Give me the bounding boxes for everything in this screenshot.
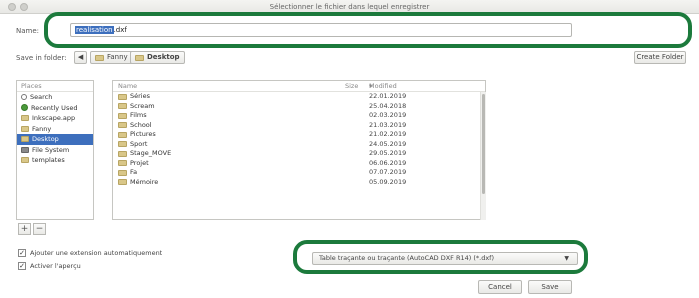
- folder-icon: [21, 125, 29, 132]
- folder-icon: [118, 179, 127, 186]
- file-modified: 07.07.2019: [369, 168, 407, 176]
- window-controls: [8, 3, 28, 11]
- folder-icon: [95, 54, 104, 61]
- folder-icon: [21, 115, 29, 122]
- crumb-fanny[interactable]: Fanny: [90, 51, 133, 64]
- sidebar-item-search[interactable]: Search: [17, 92, 93, 103]
- file-row[interactable]: Sport 24.05.2019: [113, 140, 485, 150]
- sidebar-item-recently-used[interactable]: Recently Used: [17, 103, 93, 114]
- folder-icon: [118, 160, 127, 167]
- file-list: Name Size Modified ▾ Séries 22.01.2019 Scr…: [112, 80, 486, 220]
- sidebar-item-inkscape[interactable]: Inkscape.app: [17, 113, 93, 124]
- folder-icon: [135, 54, 144, 61]
- folder-icon: [118, 103, 127, 110]
- cancel-button[interactable]: Cancel: [478, 280, 522, 294]
- file-name: Mémoire: [130, 177, 159, 186]
- folder-icon: [21, 136, 29, 143]
- path-back-button[interactable]: ◀: [74, 51, 87, 64]
- file-list-header: Name Size Modified ▾: [113, 81, 485, 92]
- remove-place-button[interactable]: −: [33, 223, 46, 235]
- file-row[interactable]: Mémoire 05.09.2019: [113, 178, 485, 188]
- file-name: Pictures: [130, 130, 156, 138]
- places-buttons: + −: [18, 223, 46, 235]
- file-modified: 21.03.2019: [369, 120, 407, 129]
- annotation-ring-name: [44, 12, 692, 48]
- recent-icon: [21, 104, 28, 112]
- folder-icon: [21, 157, 29, 164]
- folder-icon: [118, 93, 127, 100]
- folder-icon: [118, 150, 127, 157]
- minimize-window-button[interactable]: [20, 3, 28, 11]
- column-modified[interactable]: Modified ▾: [369, 81, 397, 91]
- save-button[interactable]: Save: [528, 280, 572, 294]
- file-modified: 06.06.2019: [369, 158, 407, 167]
- file-row[interactable]: Projet 06.06.2019: [113, 159, 485, 169]
- file-modified: 05.09.2019: [369, 177, 407, 186]
- search-icon: [21, 94, 27, 101]
- window-title: Sélectionner le fichier dans lequel enre…: [269, 3, 430, 11]
- file-modified: 21.02.2019: [369, 130, 407, 138]
- preview-option[interactable]: ✓ Activer l'aperçu: [18, 262, 81, 270]
- file-modified: 02.03.2019: [369, 111, 407, 119]
- file-row[interactable]: Séries 22.01.2019: [113, 92, 485, 102]
- sidebar-item-templates[interactable]: templates: [17, 155, 93, 166]
- sidebar-item-file-system[interactable]: File System: [17, 145, 93, 156]
- file-name: Séries: [130, 92, 150, 100]
- folder-icon: [118, 112, 127, 119]
- file-row[interactable]: School 21.03.2019: [113, 121, 485, 131]
- file-modified: 24.05.2019: [369, 139, 407, 148]
- file-name: Films: [130, 111, 147, 119]
- crumb-desktop[interactable]: Desktop: [130, 51, 185, 64]
- file-name: Stage_MOVE: [130, 149, 172, 157]
- create-folder-button[interactable]: Create Folder: [634, 51, 686, 64]
- file-row[interactable]: Pictures 21.02.2019: [113, 130, 485, 140]
- folder-icon: [118, 131, 127, 138]
- disk-icon: [21, 146, 29, 153]
- file-name: Scream: [130, 101, 155, 110]
- file-modified: 25.04.2018: [369, 101, 407, 110]
- file-modified: 22.01.2019: [369, 92, 407, 100]
- file-rows: Séries 22.01.2019 Scream 25.04.2018 Films 02.…: [113, 92, 485, 187]
- name-label: Name:: [16, 27, 40, 35]
- file-name: Sport: [130, 139, 148, 148]
- preview-checkbox[interactable]: ✓: [18, 262, 26, 270]
- file-row[interactable]: Fa 07.07.2019: [113, 168, 485, 178]
- file-name: School: [130, 120, 152, 129]
- auto-extension-checkbox[interactable]: ✓: [18, 249, 26, 257]
- close-window-button[interactable]: [8, 3, 16, 11]
- file-modified: 29.05.2019: [369, 149, 407, 157]
- save-in-folder-label: Save in folder:: [16, 54, 67, 62]
- places-panel: Places Search Recently Used Inkscape.app…: [16, 80, 94, 220]
- file-row[interactable]: Stage_MOVE 29.05.2019: [113, 149, 485, 159]
- folder-icon: [118, 122, 127, 129]
- places-header: Places: [17, 81, 93, 92]
- file-name: Projet: [130, 158, 149, 167]
- add-place-button[interactable]: +: [18, 223, 31, 235]
- sidebar-item-desktop[interactable]: Desktop: [17, 134, 93, 145]
- column-name[interactable]: Name: [118, 81, 137, 91]
- folder-icon: [118, 141, 127, 148]
- file-row[interactable]: Scream 25.04.2018: [113, 102, 485, 112]
- folder-icon: [118, 169, 127, 176]
- file-list-scrollbar[interactable]: [480, 92, 486, 220]
- sidebar-item-fanny[interactable]: Fanny: [17, 124, 93, 135]
- column-size[interactable]: Size: [345, 81, 358, 91]
- annotation-ring-filetype: [293, 240, 588, 274]
- file-name: Fa: [130, 168, 138, 176]
- auto-extension-option[interactable]: ✓ Ajouter une extension automatiquement: [18, 249, 162, 257]
- scrollbar-thumb[interactable]: [482, 94, 485, 194]
- file-row[interactable]: Films 02.03.2019: [113, 111, 485, 121]
